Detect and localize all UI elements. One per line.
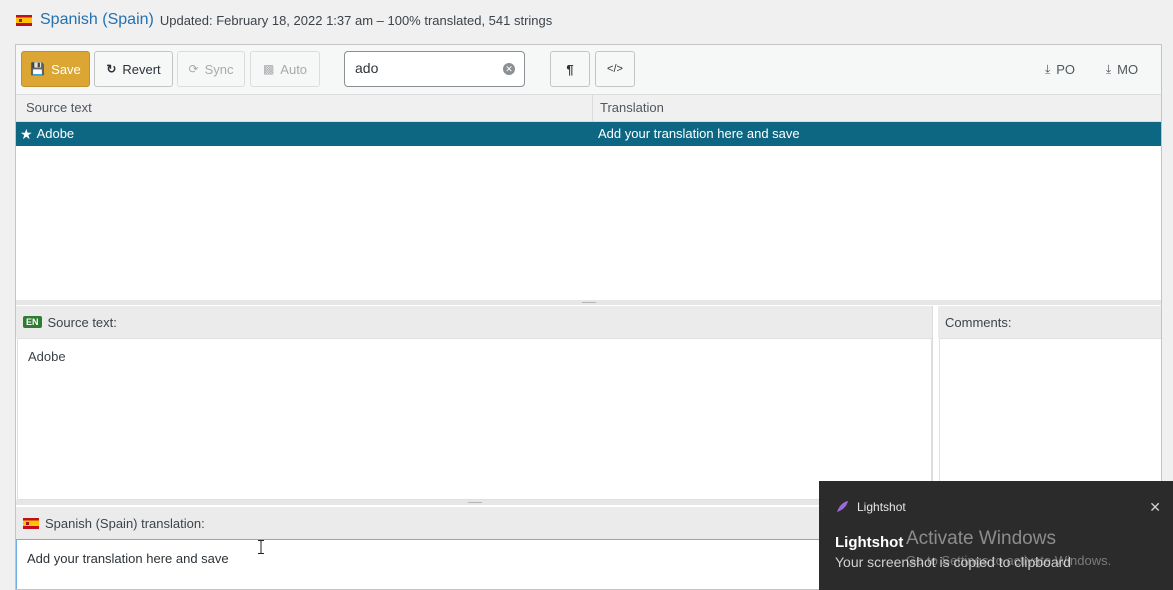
search-field: ✕ bbox=[344, 51, 525, 87]
sync-icon: ⟳ bbox=[188, 62, 199, 76]
save-button[interactable]: 💾 Save bbox=[21, 51, 90, 87]
source-cell-text: Adobe bbox=[36, 126, 75, 141]
revert-icon: ↻ bbox=[106, 62, 117, 76]
translation-input[interactable]: Add your translation here and save bbox=[16, 539, 933, 589]
revert-button[interactable]: ↻ Revert bbox=[94, 51, 173, 87]
revert-label: Revert bbox=[122, 61, 161, 77]
translation-panel-header: Spanish (Spain) translation: bbox=[16, 507, 933, 539]
clear-search-icon[interactable]: ✕ bbox=[503, 63, 515, 75]
download-mo-button[interactable]: ⤓ MO bbox=[1095, 51, 1149, 87]
toast-title: Lightshot bbox=[835, 534, 904, 551]
download-po-button[interactable]: ⤓ PO bbox=[1035, 51, 1085, 87]
activate-windows-watermark: Activate Windows bbox=[906, 528, 1056, 549]
source-text: Adobe bbox=[17, 338, 932, 500]
source-cell: ★ Adobe bbox=[20, 122, 74, 146]
comments-panel-title: Comments: bbox=[945, 314, 1012, 330]
save-icon: 💾 bbox=[30, 62, 46, 76]
code-icon: </> bbox=[607, 63, 623, 75]
source-panel-header: EN Source text: bbox=[16, 306, 932, 338]
comments-panel: Comments: bbox=[938, 306, 1161, 500]
splitter-handle-lower[interactable] bbox=[16, 500, 933, 505]
sync-button[interactable]: ⟳ Sync bbox=[177, 51, 245, 87]
pilcrow-icon: ¶ bbox=[566, 61, 574, 77]
activate-windows-subtext: Go to Settings to activate Windows. bbox=[906, 553, 1112, 568]
robot-icon: ▩ bbox=[262, 62, 275, 76]
grid-header: Source text Translation bbox=[16, 95, 1161, 122]
locale-name-link[interactable]: Spanish (Spain) bbox=[40, 11, 154, 29]
column-header-source[interactable]: Source text bbox=[16, 95, 92, 121]
mo-label: MO bbox=[1117, 61, 1139, 77]
comments-panel-header: Comments: bbox=[938, 306, 1161, 338]
spain-flag-icon bbox=[23, 517, 39, 529]
toast-app: Lightshot bbox=[835, 500, 906, 514]
po-label: PO bbox=[1056, 61, 1076, 77]
download-icon: ⤓ bbox=[1105, 62, 1112, 76]
auto-button[interactable]: ▩ Auto bbox=[250, 51, 320, 87]
auto-label: Auto bbox=[280, 61, 308, 77]
toast-app-name: Lightshot bbox=[857, 500, 906, 514]
translation-panel-title: Spanish (Spain) translation: bbox=[45, 515, 205, 531]
locale-meta: Updated: February 18, 2022 1:37 am – 100… bbox=[159, 12, 553, 28]
grid-body bbox=[16, 146, 1161, 300]
splitter-handle[interactable] bbox=[16, 300, 1161, 305]
source-panel-title: Source text: bbox=[47, 314, 117, 330]
feather-icon bbox=[837, 501, 848, 512]
column-header-translation[interactable]: Translation bbox=[592, 95, 664, 121]
sync-label: Sync bbox=[204, 61, 234, 77]
download-icon: ⤓ bbox=[1044, 62, 1051, 76]
save-label: Save bbox=[51, 61, 81, 77]
page-header: Spanish (Spain) Updated: February 18, 20… bbox=[16, 10, 552, 30]
search-input[interactable] bbox=[345, 52, 505, 84]
star-icon: ★ bbox=[20, 126, 33, 142]
spain-flag-icon bbox=[16, 14, 32, 26]
toggle-invisibles-button[interactable]: ¶ bbox=[550, 51, 590, 87]
translation-panel: Spanish (Spain) translation: Add your tr… bbox=[16, 507, 933, 589]
translation-cell: Add your translation here and save bbox=[598, 126, 800, 141]
table-row[interactable]: ★ Adobe Add your translation here and sa… bbox=[16, 122, 1161, 146]
language-badge: EN bbox=[23, 316, 42, 328]
close-icon[interactable]: ✕ bbox=[1149, 499, 1161, 516]
toolbar: 💾 Save ↻ Revert ⟳ Sync ▩ Auto ✕ ¶ </> ⤓ … bbox=[16, 45, 1161, 95]
text-cursor-icon bbox=[258, 540, 264, 554]
source-panel: EN Source text: Adobe bbox=[16, 306, 933, 500]
comments-body bbox=[939, 338, 1161, 500]
toggle-code-button[interactable]: </> bbox=[595, 51, 635, 87]
